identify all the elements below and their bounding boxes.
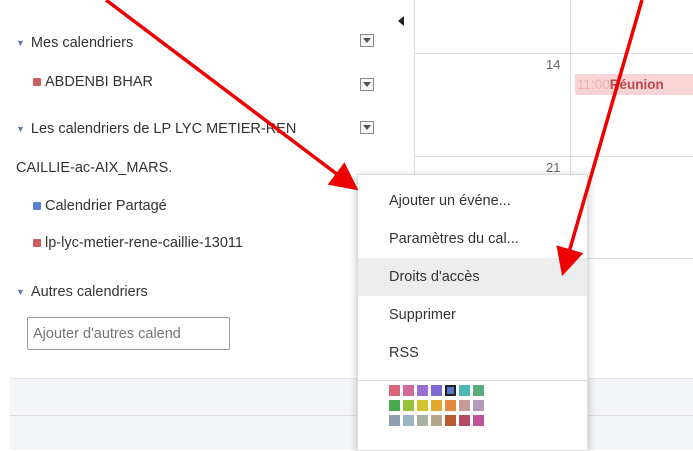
other-calendars-header[interactable]: ▼ Autres calendriers bbox=[16, 284, 148, 300]
menu-divider bbox=[358, 380, 587, 381]
chevron-down-icon bbox=[363, 38, 371, 43]
calendar-color-swatch bbox=[33, 78, 41, 86]
collapse-sidebar-icon[interactable] bbox=[398, 16, 404, 26]
palette-swatch[interactable] bbox=[473, 400, 484, 411]
my-calendars-label: Mes calendriers bbox=[30, 35, 134, 51]
palette-swatch[interactable] bbox=[431, 400, 442, 411]
shared-calendars-label-line1: Les calendriers de LP LYC METIER-REN bbox=[30, 121, 297, 137]
calendar-dropdown-button[interactable] bbox=[360, 78, 374, 91]
palette-swatch[interactable] bbox=[417, 385, 428, 396]
palette-swatch[interactable] bbox=[459, 385, 470, 396]
shared-calendars-label-line2: CAILLIE-ac-AIX_MARS. bbox=[16, 160, 173, 176]
event-title: Réunion bbox=[609, 77, 664, 92]
chevron-down-icon bbox=[363, 82, 371, 87]
palette-row bbox=[389, 415, 484, 426]
color-palette bbox=[389, 385, 484, 430]
palette-swatch[interactable] bbox=[473, 415, 484, 426]
palette-row bbox=[389, 385, 484, 396]
shared-calendars-header[interactable]: ▼ Les calendriers de LP LYC METIER-REN bbox=[16, 121, 296, 137]
palette-swatch[interactable] bbox=[403, 415, 414, 426]
palette-swatch[interactable] bbox=[445, 385, 456, 396]
calendar-event[interactable]: 11:00Réunion bbox=[575, 74, 693, 95]
calendar-item-abdenbi[interactable]: ABDENBI BHAR bbox=[33, 74, 153, 90]
footer-divider bbox=[10, 415, 693, 416]
menu-item-add-event[interactable]: Ajouter un événe... bbox=[358, 182, 587, 220]
shared-calendars-dropdown-button[interactable] bbox=[360, 121, 374, 134]
calendar-item-partage[interactable]: Calendrier Partagé bbox=[33, 198, 167, 214]
menu-item-calendar-settings[interactable]: Paramètres du cal... bbox=[358, 220, 587, 258]
day-number: 14 bbox=[546, 57, 561, 72]
calendar-item-lp-lyc[interactable]: lp-lyc-metier-rene-caillie-13011 bbox=[33, 235, 243, 251]
event-time: 11:00 bbox=[577, 77, 610, 92]
calendar-color-swatch bbox=[33, 239, 41, 247]
palette-swatch[interactable] bbox=[403, 400, 414, 411]
calendar-item-label: ABDENBI BHAR bbox=[45, 74, 153, 90]
palette-swatch[interactable] bbox=[389, 400, 400, 411]
menu-item-access-rights[interactable]: Droits d'accès bbox=[358, 258, 587, 296]
expand-triangle-icon: ▼ bbox=[16, 287, 25, 297]
calendar-color-swatch bbox=[33, 202, 41, 210]
palette-swatch[interactable] bbox=[389, 415, 400, 426]
calendar-item-label: Calendrier Partagé bbox=[45, 198, 167, 214]
palette-swatch[interactable] bbox=[445, 415, 456, 426]
annotation-arrow bbox=[104, 0, 359, 191]
calendar-context-menu: Ajouter un événe... Paramètres du cal...… bbox=[357, 174, 588, 451]
expand-triangle-icon: ▼ bbox=[16, 38, 25, 48]
palette-swatch[interactable] bbox=[445, 400, 456, 411]
day-number: 21 bbox=[546, 160, 561, 175]
palette-swatch[interactable] bbox=[473, 385, 484, 396]
menu-item-delete[interactable]: Supprimer bbox=[358, 296, 587, 334]
add-other-calendars-input[interactable] bbox=[27, 317, 230, 350]
palette-swatch[interactable] bbox=[431, 385, 442, 396]
expand-triangle-icon: ▼ bbox=[16, 124, 25, 134]
other-calendars-label: Autres calendriers bbox=[30, 284, 148, 300]
palette-swatch[interactable] bbox=[459, 415, 470, 426]
calendar-item-label: lp-lyc-metier-rene-caillie-13011 bbox=[45, 235, 243, 251]
my-calendars-dropdown-button[interactable] bbox=[360, 34, 374, 47]
footer-bar bbox=[10, 378, 693, 450]
palette-swatch[interactable] bbox=[417, 415, 428, 426]
chevron-down-icon bbox=[363, 125, 371, 130]
palette-swatch[interactable] bbox=[403, 385, 414, 396]
week-row-line bbox=[414, 156, 693, 157]
palette-swatch[interactable] bbox=[389, 385, 400, 396]
week-row-line bbox=[414, 53, 693, 54]
palette-swatch[interactable] bbox=[417, 400, 428, 411]
menu-item-rss[interactable]: RSS bbox=[358, 334, 587, 372]
palette-swatch[interactable] bbox=[459, 400, 470, 411]
my-calendars-header[interactable]: ▼ Mes calendriers bbox=[16, 35, 133, 51]
palette-swatch[interactable] bbox=[431, 415, 442, 426]
palette-row bbox=[389, 400, 484, 411]
